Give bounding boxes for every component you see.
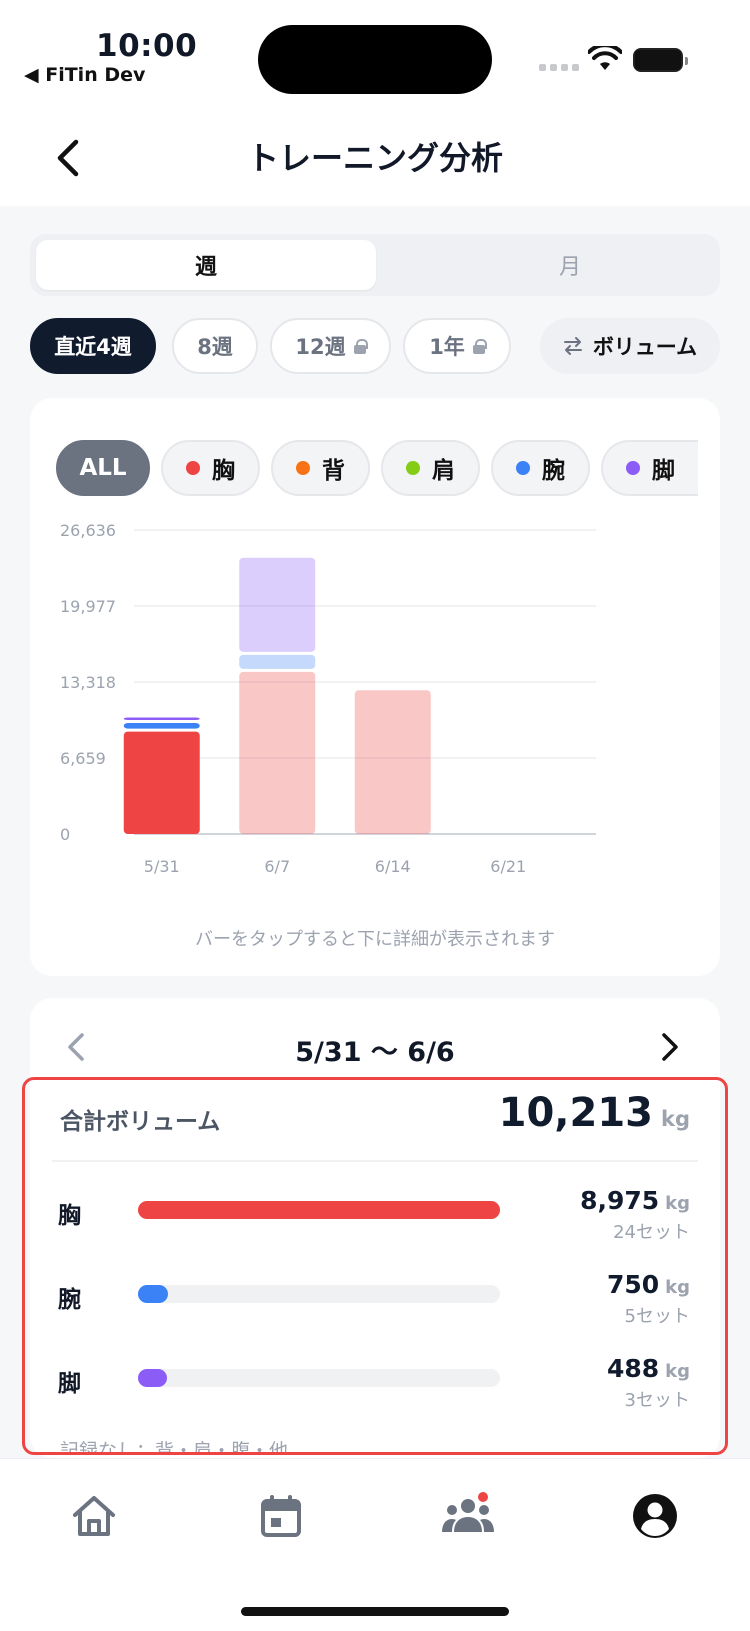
bar-脚 <box>123 717 200 721</box>
filter-chip-chest[interactable]: 胸 <box>161 440 260 496</box>
y-tick-label: 19,977 <box>60 597 116 616</box>
dynamic-island <box>258 25 492 94</box>
battery-icon <box>633 48 688 72</box>
metric-toggle-button[interactable]: ボリューム <box>540 318 720 374</box>
status-bar: 10:00 ◀ FiTin Dev <box>0 0 750 110</box>
selection-highlight-box <box>22 1077 728 1455</box>
back-color-dot <box>296 461 310 475</box>
chest-color-dot <box>186 461 200 475</box>
range-chip-12weeks[interactable]: 12週 <box>270 318 391 374</box>
leg-color-dot <box>626 461 640 475</box>
filter-chip-label: 胸 <box>212 458 235 484</box>
shoulder-color-dot <box>406 461 420 475</box>
range-chip-label: 8週 <box>197 335 233 359</box>
nav-header: トレーニング分析 <box>0 110 750 206</box>
back-to-app-link[interactable]: ◀ FiTin Dev <box>24 64 145 86</box>
filter-chip-label: 腕 <box>542 458 565 484</box>
back-button[interactable] <box>48 138 88 178</box>
y-tick-label: 0 <box>60 825 70 844</box>
volume-bar-chart[interactable]: 0 6,659 13,318 19,977 26,636 5/31 6/7 6/14 6/21 <box>30 520 650 920</box>
chart-hint-text: バーをタップすると下に詳細が表示されます <box>195 929 555 950</box>
swap-icon <box>563 337 582 355</box>
calendar-icon <box>261 1495 301 1537</box>
range-chip-1year[interactable]: 1年 <box>403 318 511 374</box>
filter-chip-label: ALL <box>79 455 127 481</box>
filter-chip-label: 背 <box>322 458 345 484</box>
tab-community[interactable] <box>438 1486 498 1546</box>
tab-home[interactable] <box>64 1486 124 1546</box>
wifi-icon <box>588 46 622 70</box>
y-tick-label: 26,636 <box>60 521 116 540</box>
range-chip-label: 1年 <box>429 335 465 359</box>
range-chip-4weeks[interactable]: 直近4週 <box>30 318 156 374</box>
bar-胸 <box>239 671 316 834</box>
x-tick-label: 5/31 <box>144 857 180 876</box>
bar-腕 <box>123 723 200 729</box>
arm-color-dot <box>516 461 530 475</box>
filter-chip-leg[interactable]: 脚 <box>601 440 698 496</box>
home-indicator <box>241 1607 509 1616</box>
filter-chip-label: 脚 <box>652 458 675 484</box>
bar-脚 <box>239 557 316 652</box>
x-tick-label: 6/21 <box>490 857 526 876</box>
range-chip-label: 12週 <box>295 335 346 359</box>
cellular-signal-icon <box>539 64 579 71</box>
tab-calendar[interactable] <box>251 1486 311 1546</box>
y-tick-label: 6,659 <box>60 749 106 768</box>
segment-week[interactable]: 週 <box>36 240 376 290</box>
profile-icon <box>633 1494 677 1538</box>
bar-胸 <box>354 690 431 834</box>
tab-profile[interactable] <box>625 1486 685 1546</box>
segment-month[interactable]: 月 <box>400 240 740 290</box>
lock-icon <box>472 339 487 354</box>
notification-badge <box>476 1490 490 1504</box>
range-chip-label: 直近4週 <box>54 335 132 359</box>
filter-chip-back[interactable]: 背 <box>271 440 370 496</box>
next-week-button[interactable] <box>660 1032 680 1066</box>
home-icon <box>73 1496 115 1536</box>
y-tick-label: 13,318 <box>60 673 116 692</box>
bar-胸 <box>123 731 200 834</box>
metric-toggle-label: ボリューム <box>592 335 698 359</box>
bar-腕 <box>239 654 316 669</box>
page-title: トレーニング分析 <box>246 139 503 177</box>
filter-chip-all[interactable]: ALL <box>56 440 150 496</box>
period-segmented-control: 週 月 <box>30 234 720 296</box>
status-time: 10:00 <box>96 28 198 64</box>
filter-chip-arm[interactable]: 腕 <box>491 440 590 496</box>
filter-chip-label: 肩 <box>432 458 455 484</box>
range-chip-8weeks[interactable]: 8週 <box>172 318 258 374</box>
filter-chip-shoulder[interactable]: 肩 <box>381 440 480 496</box>
x-tick-label: 6/7 <box>264 857 290 876</box>
chevron-left-icon <box>57 139 79 177</box>
week-range-label: 5/31 〜 6/6 <box>295 1037 455 1068</box>
chevron-right-icon <box>662 1033 678 1061</box>
x-tick-label: 6/14 <box>375 857 411 876</box>
lock-icon <box>353 339 368 354</box>
